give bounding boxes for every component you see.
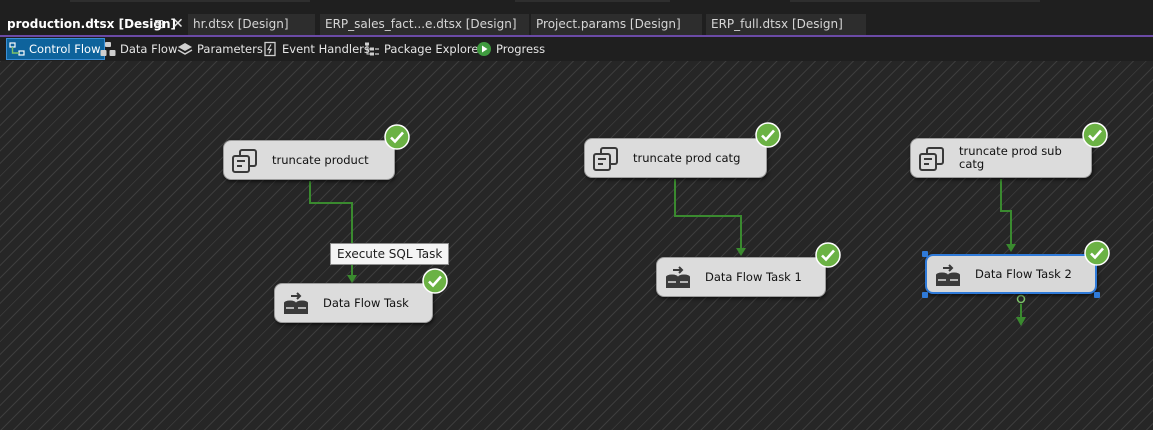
tab-production-dtsx[interactable]: production.dtsx [Design] ⊞ ✕ bbox=[0, 14, 188, 35]
success-check-icon bbox=[1082, 122, 1108, 148]
precedence-constraint-product[interactable] bbox=[309, 181, 353, 281]
arrow-head-icon bbox=[1016, 317, 1026, 326]
tab-strip-top-line bbox=[515, 0, 670, 2]
data-flow-icon bbox=[100, 42, 116, 56]
tab-strip-top-line bbox=[70, 0, 310, 2]
parameters-label: Parameters bbox=[197, 42, 263, 56]
task-truncate-prod-sub-catg[interactable]: truncate prod sub catg bbox=[910, 138, 1092, 178]
precedence-constraint-catg[interactable] bbox=[674, 179, 742, 253]
data-flow-task-icon bbox=[666, 266, 690, 288]
designer-toolbar: Control Flow Data Flow Parameters Event … bbox=[0, 37, 1153, 61]
tab-label: production.dtsx [Design] bbox=[7, 17, 177, 31]
success-check-icon bbox=[755, 122, 781, 148]
task-truncate-prod-catg[interactable]: truncate prod catg bbox=[584, 138, 767, 178]
success-check-icon bbox=[1084, 240, 1110, 266]
task-label: truncate prod sub catg bbox=[959, 144, 1062, 171]
tab-parameters[interactable]: Parameters bbox=[177, 39, 263, 59]
tab-data-flow[interactable]: Data Flow bbox=[100, 39, 177, 59]
task-label: Data Flow Task 2 bbox=[975, 266, 1072, 281]
tab-project-params[interactable]: Project.params [Design] bbox=[531, 14, 703, 35]
precedence-constraints-layer bbox=[309, 179, 1026, 326]
package-explorer-label: Package Explorer bbox=[384, 42, 484, 56]
data-flow-task-icon bbox=[936, 264, 960, 286]
execute-sql-task-icon bbox=[232, 149, 257, 173]
tab-label: Project.params [Design] bbox=[536, 17, 681, 31]
task-label: Data Flow Task 1 bbox=[705, 269, 802, 284]
task-label: truncate product bbox=[272, 152, 369, 167]
close-icon[interactable]: ✕ bbox=[172, 14, 184, 35]
progress-play-icon bbox=[477, 42, 491, 56]
execute-sql-task-icon bbox=[593, 147, 618, 171]
arrow-head-icon bbox=[347, 275, 357, 283]
connector-handle[interactable] bbox=[1016, 294, 1026, 304]
tab-label: hr.dtsx [Design] bbox=[193, 17, 289, 31]
pin-icon[interactable]: ⊞ bbox=[154, 14, 164, 35]
arrow-head-icon bbox=[1006, 244, 1016, 252]
document-tab-strip: production.dtsx [Design] ⊞ ✕ hr.dtsx [De… bbox=[0, 0, 1153, 37]
task-data-flow-task-1[interactable]: Data Flow Task 1 bbox=[656, 257, 826, 297]
tab-erp-full-dtsx[interactable]: ERP_full.dtsx [Design] bbox=[706, 14, 867, 35]
selection-handle[interactable] bbox=[922, 251, 928, 257]
progress-label: Progress bbox=[496, 42, 546, 56]
task-data-flow-task-2[interactable]: Data Flow Task 2 bbox=[925, 254, 1097, 294]
tab-strip-top-line bbox=[790, 0, 1040, 2]
tab-label: ERP_sales_fact...e.dtsx [Design] bbox=[325, 17, 517, 31]
selection-handle[interactable] bbox=[922, 292, 928, 298]
control-flow-design-surface[interactable]: truncate product truncate prod catg trun… bbox=[0, 61, 1153, 430]
data-flow-task-icon bbox=[284, 292, 308, 314]
tab-progress[interactable]: Progress bbox=[476, 39, 545, 59]
task-label: Data Flow Task bbox=[323, 295, 409, 310]
package-explorer-icon bbox=[365, 42, 379, 56]
success-check-icon bbox=[815, 242, 841, 268]
tab-erp-sales-fact[interactable]: ERP_sales_fact...e.dtsx [Design] bbox=[320, 14, 530, 35]
success-check-icon bbox=[384, 124, 410, 150]
task-label: truncate prod catg bbox=[633, 150, 741, 165]
task-type-tooltip: Execute SQL Task bbox=[330, 243, 450, 265]
event-handlers-label: Event Handlers bbox=[282, 42, 370, 56]
selection-handle[interactable] bbox=[1094, 292, 1100, 298]
control-flow-label: Control Flow bbox=[29, 42, 101, 56]
tab-label: ERP_full.dtsx [Design] bbox=[711, 17, 843, 31]
tab-hr-dtsx[interactable]: hr.dtsx [Design] bbox=[188, 14, 316, 35]
precedence-constraint-sub-catg[interactable] bbox=[1000, 179, 1012, 249]
tab-event-handlers[interactable]: Event Handlers bbox=[262, 39, 370, 59]
task-data-flow-task[interactable]: Data Flow Task bbox=[274, 283, 433, 323]
tab-control-flow[interactable]: Control Flow bbox=[5, 38, 106, 60]
control-flow-icon bbox=[9, 42, 25, 56]
tab-package-explorer[interactable]: Package Explorer bbox=[364, 39, 483, 59]
event-handlers-icon bbox=[264, 41, 276, 57]
task-truncate-product[interactable]: truncate product bbox=[223, 140, 395, 180]
data-flow-label: Data Flow bbox=[120, 42, 178, 56]
parameters-icon bbox=[177, 43, 193, 55]
execute-sql-task-icon bbox=[919, 147, 944, 171]
success-check-icon bbox=[422, 268, 448, 294]
arrow-head-icon bbox=[736, 248, 746, 256]
